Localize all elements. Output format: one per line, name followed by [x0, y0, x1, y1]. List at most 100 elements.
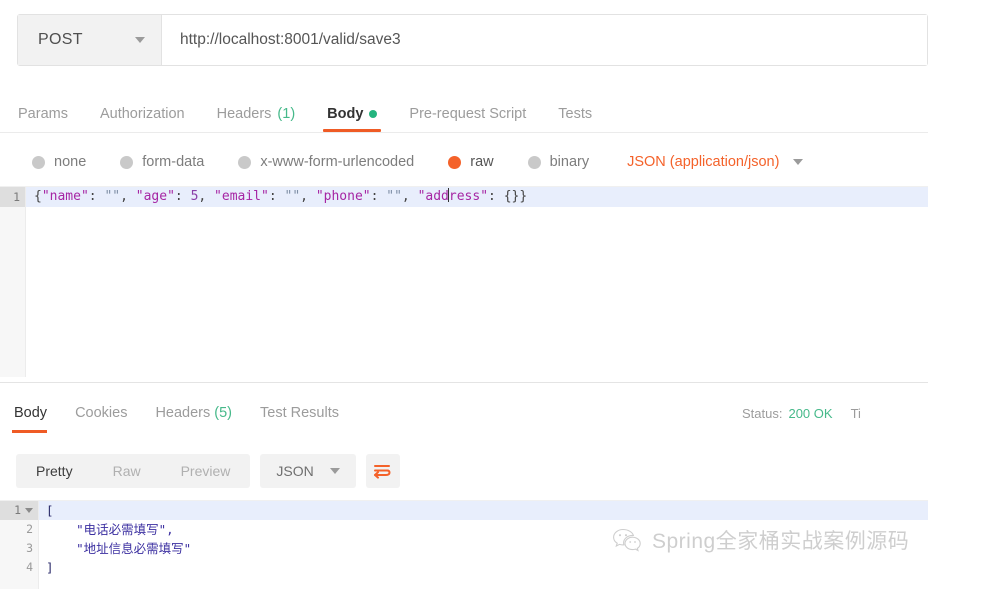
code-token-key: "age"	[135, 189, 175, 204]
http-method-label: POST	[38, 31, 83, 48]
response-tab-cookies[interactable]: Cookies	[61, 405, 141, 433]
code-token-key: "add	[417, 189, 449, 204]
body-type-radio-x-www-form-urlencoded[interactable]: x-www-form-urlencoded	[238, 154, 414, 170]
response-tab-label: Headers	[155, 405, 211, 421]
code-token-str: ""	[104, 189, 121, 204]
fold-triangle-icon[interactable]	[25, 508, 33, 513]
http-method-select[interactable]: POST	[18, 15, 162, 65]
code-token-punct: :	[174, 189, 191, 204]
response-tab-test-results[interactable]: Test Results	[246, 405, 353, 433]
request-tab-authorization[interactable]: Authorization	[84, 106, 201, 132]
word-wrap-button[interactable]	[365, 454, 400, 488]
view-mode-preview[interactable]: Preview	[161, 454, 251, 488]
code-token-punct: ,	[198, 189, 215, 204]
code-token-punct: {	[34, 189, 42, 204]
body-type-label: x-www-form-urlencoded	[260, 154, 415, 170]
response-line-number: 1	[0, 501, 38, 520]
line-number: 2	[26, 522, 33, 536]
response-format-select[interactable]: JSON	[260, 454, 356, 488]
code-token-key: "phone"	[315, 189, 371, 204]
body-type-radio-group: none form-data x-www-form-urlencoded raw bin…	[0, 144, 928, 180]
postman-window: POST http://localhost:8001/valid/save3 P…	[0, 0, 981, 589]
line-number: 3	[26, 541, 33, 555]
status-label: Status:	[742, 406, 783, 421]
radio-icon	[527, 155, 541, 169]
radio-icon	[32, 155, 45, 169]
response-code-line: "电话必需填写",	[46, 522, 174, 537]
response-format-label: JSON	[276, 463, 314, 479]
line-number: 1	[14, 503, 21, 517]
request-tab-label: Tests	[558, 106, 593, 122]
response-toolbar-inner: Pretty Raw Preview JSON	[0, 448, 928, 494]
code-token-punct: :	[268, 189, 285, 204]
response-tab-body[interactable]: Body	[10, 405, 61, 433]
request-tab-body[interactable]: Body	[311, 106, 393, 132]
request-body-type-row: none form-data x-www-form-urlencoded raw bin…	[0, 144, 928, 180]
line-number: 4	[26, 560, 33, 574]
request-tab-count: (1)	[277, 106, 296, 122]
body-type-label: binary	[549, 154, 590, 170]
response-tabs: Body Cookies Headers (5) Test Results Statu…	[0, 383, 928, 433]
response-view-mode-group: Pretty Raw Preview	[16, 454, 251, 488]
request-url-input[interactable]: http://localhost:8001/valid/save3	[162, 15, 927, 65]
response-editor-gutter: 12 3 4	[0, 501, 39, 589]
time-label: Ti	[850, 406, 861, 421]
body-type-radio-form-data[interactable]: form-data	[120, 154, 204, 170]
body-type-radio-binary[interactable]: binary	[527, 154, 590, 170]
code-token-key: ress"	[448, 189, 489, 204]
chevron-down-icon	[135, 37, 145, 43]
line-number: 1	[0, 187, 25, 207]
response-tab-headers[interactable]: Headers (5)	[141, 405, 246, 433]
request-tab-label: Authorization	[99, 106, 185, 122]
chevron-down-icon	[793, 159, 804, 165]
request-tab-params[interactable]: Params	[18, 106, 84, 132]
request-tab-label: Headers	[216, 106, 272, 122]
body-type-radio-none[interactable]: none	[32, 154, 86, 170]
response-code-line: ]	[46, 560, 54, 575]
response-line-number: 2	[0, 520, 38, 539]
body-type-label: none	[54, 154, 87, 170]
request-tab-label: Body	[327, 106, 364, 122]
view-mode-pretty[interactable]: Pretty	[16, 454, 93, 488]
request-body-editor[interactable]: 1 {"name": "", "age": 5, "email": "", "p…	[0, 186, 928, 377]
code-token-punct: ,	[401, 189, 418, 204]
response-tab-count: (5)	[210, 405, 233, 421]
word-wrap-icon	[374, 465, 391, 479]
status-badge: 200 OK	[788, 406, 833, 421]
request-tab-tests[interactable]: Tests	[542, 106, 608, 132]
view-mode-raw[interactable]: Raw	[93, 454, 161, 488]
response-line-number: 4	[0, 558, 38, 577]
code-token-punct: :	[370, 189, 387, 204]
code-token-punct: ,	[120, 189, 136, 204]
response-tab-label: Body	[14, 405, 48, 421]
code-token-key: "email"	[214, 189, 269, 204]
response-toolbar: Pretty Raw Preview JSON	[0, 448, 928, 494]
code-token-punct: {}}	[503, 189, 528, 204]
body-type-radio-raw[interactable]: raw	[448, 154, 494, 170]
chevron-down-icon	[329, 468, 340, 474]
code-token-str: ""	[386, 189, 402, 204]
request-tab-pre-request-script[interactable]: Pre-request Script	[393, 106, 542, 132]
response-body-code: [ "电话必需填写", "地址信息必需填写"]	[46, 501, 191, 577]
response-code-line: "地址信息必需填写"	[46, 541, 192, 556]
content-type-label: JSON (application/json)	[627, 154, 780, 170]
code-token-str: ""	[284, 189, 301, 204]
content-type-select[interactable]: JSON (application/json)	[627, 154, 804, 170]
request-tabs: Params Authorization Headers (1) Body Pre-req…	[0, 92, 928, 133]
body-modified-dot-icon	[369, 110, 378, 118]
response-body-editor[interactable]: 12 3 4 [ "电话必需填写", "地址信息必需填写"]	[0, 500, 928, 589]
code-token-key: "name"	[41, 189, 89, 204]
radio-icon	[120, 155, 134, 169]
request-tab-headers[interactable]: Headers (1)	[201, 106, 312, 132]
code-token-punct: :	[88, 189, 105, 204]
response-code-line: [	[46, 503, 54, 518]
request-tab-label: Params	[18, 106, 68, 122]
request-url-bar-row: POST http://localhost:8001/valid/save3	[0, 14, 928, 68]
response-tab-label: Test Results	[260, 405, 339, 421]
response-tabs-list: Body Cookies Headers (5) Test Results Statu…	[0, 383, 928, 433]
radio-icon	[238, 155, 252, 169]
code-token-punct: :	[488, 189, 504, 204]
code-token-punct: ,	[300, 189, 316, 204]
request-body-code[interactable]: {"name": "", "age": 5, "email": "", "pho…	[34, 187, 527, 207]
response-meta: Status: 200 OK Ti	[742, 406, 928, 421]
